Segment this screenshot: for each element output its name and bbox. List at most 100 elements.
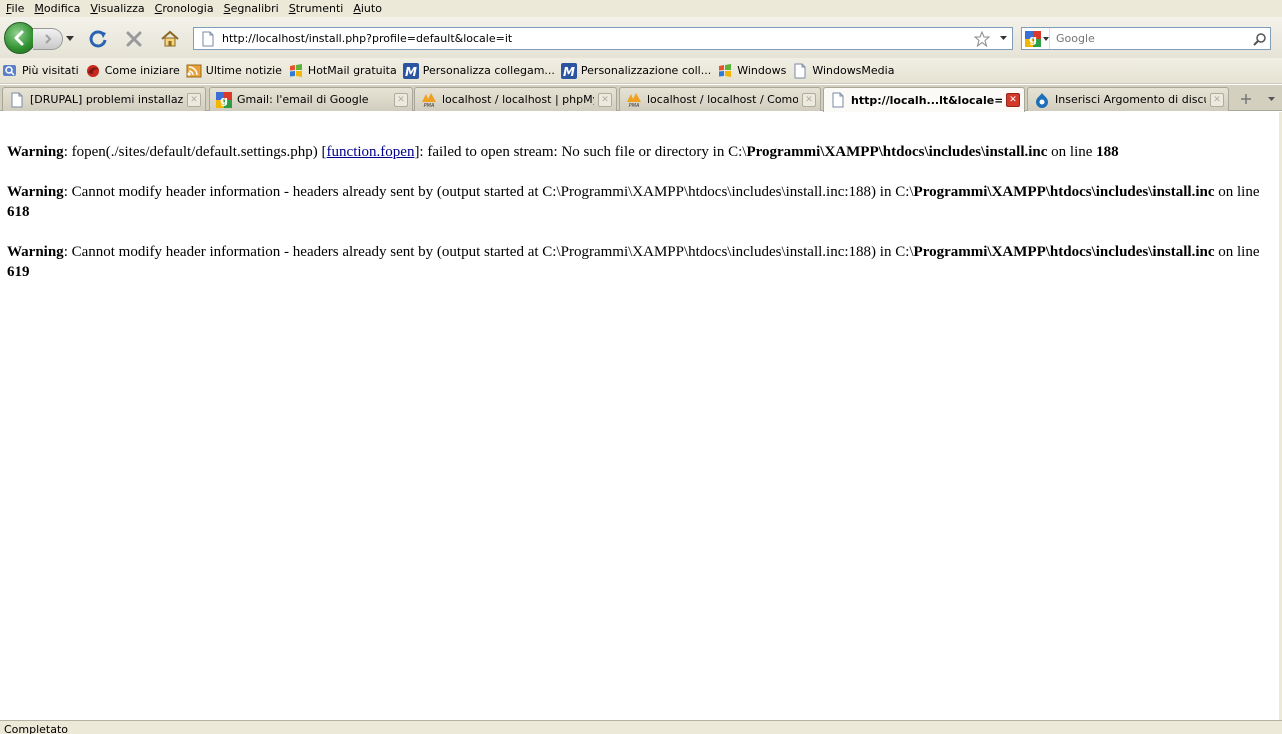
page-icon (792, 63, 808, 79)
warning-text: : Cannot modify header information - hea… (63, 184, 914, 200)
plus-icon (1241, 94, 1251, 104)
bookmark-item[interactable]: M Personalizzazione coll... (560, 62, 712, 79)
reload-button[interactable] (86, 27, 110, 51)
firefox-icon (85, 63, 101, 79)
warning-message: Warning: fopen(./sites/default/default.s… (7, 142, 1273, 162)
tab-label: http://localh...lt&locale=it (851, 93, 1002, 107)
tab-label: [DRUPAL] problemi installazio... (30, 93, 183, 106)
bookmark-item[interactable]: Ultime notizie (186, 63, 282, 79)
status-bar: Completato (0, 720, 1282, 734)
search-input[interactable] (1050, 32, 1250, 45)
chevron-down-icon (66, 36, 74, 41)
menu-aiuto[interactable]: Aiuto (349, 1, 386, 16)
svg-text:PMA: PMA (629, 103, 640, 108)
search-go-button[interactable] (1250, 29, 1270, 49)
menu-cronologia[interactable]: Cronologia (151, 1, 218, 16)
svg-text:g: g (1029, 33, 1037, 46)
new-tab-button[interactable] (1235, 89, 1257, 109)
navigation-toolbar: http://localhost/install.php?profile=def… (0, 17, 1282, 58)
tab[interactable]: Inserisci Argomento di discuss... ✕ (1027, 87, 1229, 111)
bookmark-label: WindowsMedia (812, 64, 895, 77)
page-icon (830, 92, 846, 108)
warning-file-path: Programmi\XAMPP\htdocs\includes\install.… (746, 144, 1048, 160)
bookmark-label: Personalizzazione coll... (580, 64, 712, 77)
tab[interactable]: [DRUPAL] problemi installazio... ✕ (2, 87, 206, 111)
star-icon (974, 30, 990, 47)
menu-modifica[interactable]: Modifica (30, 1, 84, 16)
close-tab-icon[interactable]: ✕ (394, 92, 408, 107)
page-content: Warning: fopen(./sites/default/default.s… (0, 112, 1280, 720)
url-history-dropdown[interactable] (996, 29, 1010, 49)
warning-file-path: Programmi\XAMPP\htdocs\includes\install.… (913, 184, 1215, 200)
url-text[interactable]: http://localhost/install.php?profile=def… (222, 32, 972, 45)
menu-file[interactable]: File (2, 1, 28, 16)
forward-button[interactable] (33, 28, 63, 50)
back-button[interactable] (4, 22, 36, 54)
tab-list-button[interactable] (1262, 89, 1280, 109)
tab-label: Gmail: l'email di Google (237, 93, 369, 106)
msn-icon: M (402, 62, 419, 79)
page-icon (202, 31, 214, 46)
bookmark-item[interactable]: M Personalizza collegam... (402, 62, 555, 79)
stop-button[interactable] (122, 27, 146, 51)
warning-file-path: Programmi\XAMPP\htdocs\includes\install.… (913, 244, 1215, 260)
drupal-icon (1034, 92, 1050, 108)
warning-message: Warning: Cannot modify header informatio… (7, 242, 1273, 282)
msn-icon: M (560, 62, 577, 79)
bookmarks-toolbar: Più visitati Come iniziare Ultime notizie H… (0, 58, 1282, 84)
close-tab-icon[interactable]: ✕ (187, 92, 201, 107)
bookmark-item[interactable]: Windows (717, 63, 786, 79)
menu-visualizza[interactable]: Visualizza (86, 1, 148, 16)
warning-label: Warning (7, 244, 64, 260)
warning-text: on line (1214, 184, 1260, 200)
arrow-left-icon (14, 30, 24, 46)
warning-label: Warning (7, 144, 64, 160)
bookmark-star-button[interactable] (972, 29, 992, 49)
menu-segnalibri[interactable]: Segnalibri (220, 1, 283, 16)
phpmyadmin-icon: PMA (421, 92, 437, 108)
tab-label: localhost / localhost | phpMyA... (442, 93, 594, 106)
warning-label: Warning (7, 184, 64, 200)
svg-text:M: M (563, 65, 575, 79)
warning-line-number: 619 (7, 264, 30, 280)
tab[interactable]: PMA localhost / localhost | phpMyA... ✕ (414, 87, 617, 111)
tab[interactable]: http://localh...lt&locale=it ✕ (823, 87, 1025, 112)
menu-bar: File Modifica Visualizza Cronologia Segn… (0, 0, 1282, 17)
reload-icon (89, 30, 107, 48)
function-fopen-link[interactable]: function.fopen (327, 144, 415, 160)
stop-icon (126, 31, 142, 47)
bookmark-item[interactable]: HotMail gratuita (288, 63, 397, 79)
search-bar: g (1021, 27, 1271, 50)
google-icon: g (216, 91, 232, 108)
warning-text: : Cannot modify header information - hea… (63, 244, 914, 260)
svg-text:g: g (220, 94, 228, 107)
bookmark-item[interactable]: WindowsMedia (792, 63, 894, 79)
warning-line-number: 618 (7, 204, 30, 220)
tab[interactable]: PMA localhost / localhost / Como | ... ✕ (619, 87, 821, 111)
warning-text: on line (1214, 244, 1260, 260)
bookmark-label: HotMail gratuita (307, 64, 397, 77)
close-tab-icon[interactable]: ✕ (802, 92, 816, 107)
search-engine-selector[interactable]: g (1022, 28, 1050, 49)
svg-text:M: M (405, 65, 417, 79)
page-icon (9, 92, 25, 108)
bookmark-item[interactable]: Come iniziare (85, 63, 180, 79)
tab[interactable]: g Gmail: l'email di Google ✕ (209, 87, 413, 111)
close-tab-icon[interactable]: ✕ (598, 92, 612, 107)
tab-strip: [DRUPAL] problemi installazio... ✕ g Gmail:… (0, 85, 1282, 112)
close-tab-icon[interactable]: ✕ (1210, 92, 1224, 107)
warning-text: on line (1047, 144, 1097, 160)
home-button[interactable] (158, 27, 182, 51)
tab-label: Inserisci Argomento di discuss... (1055, 93, 1206, 106)
rss-feed-icon (186, 63, 202, 79)
tab-label: localhost / localhost / Como | ... (647, 93, 798, 106)
chevron-down-icon (999, 36, 1007, 40)
bookmark-item[interactable]: Più visitati (2, 63, 79, 79)
arrow-right-icon (44, 34, 51, 44)
history-dropdown-button[interactable] (64, 32, 76, 46)
url-bar[interactable]: http://localhost/install.php?profile=def… (193, 27, 1013, 50)
warning-text: : fopen(./sites/default/default.settings… (63, 144, 327, 160)
menu-strumenti[interactable]: Strumenti (285, 1, 348, 16)
close-tab-icon[interactable]: ✕ (1006, 93, 1020, 107)
bookmark-label: Ultime notizie (205, 64, 282, 77)
